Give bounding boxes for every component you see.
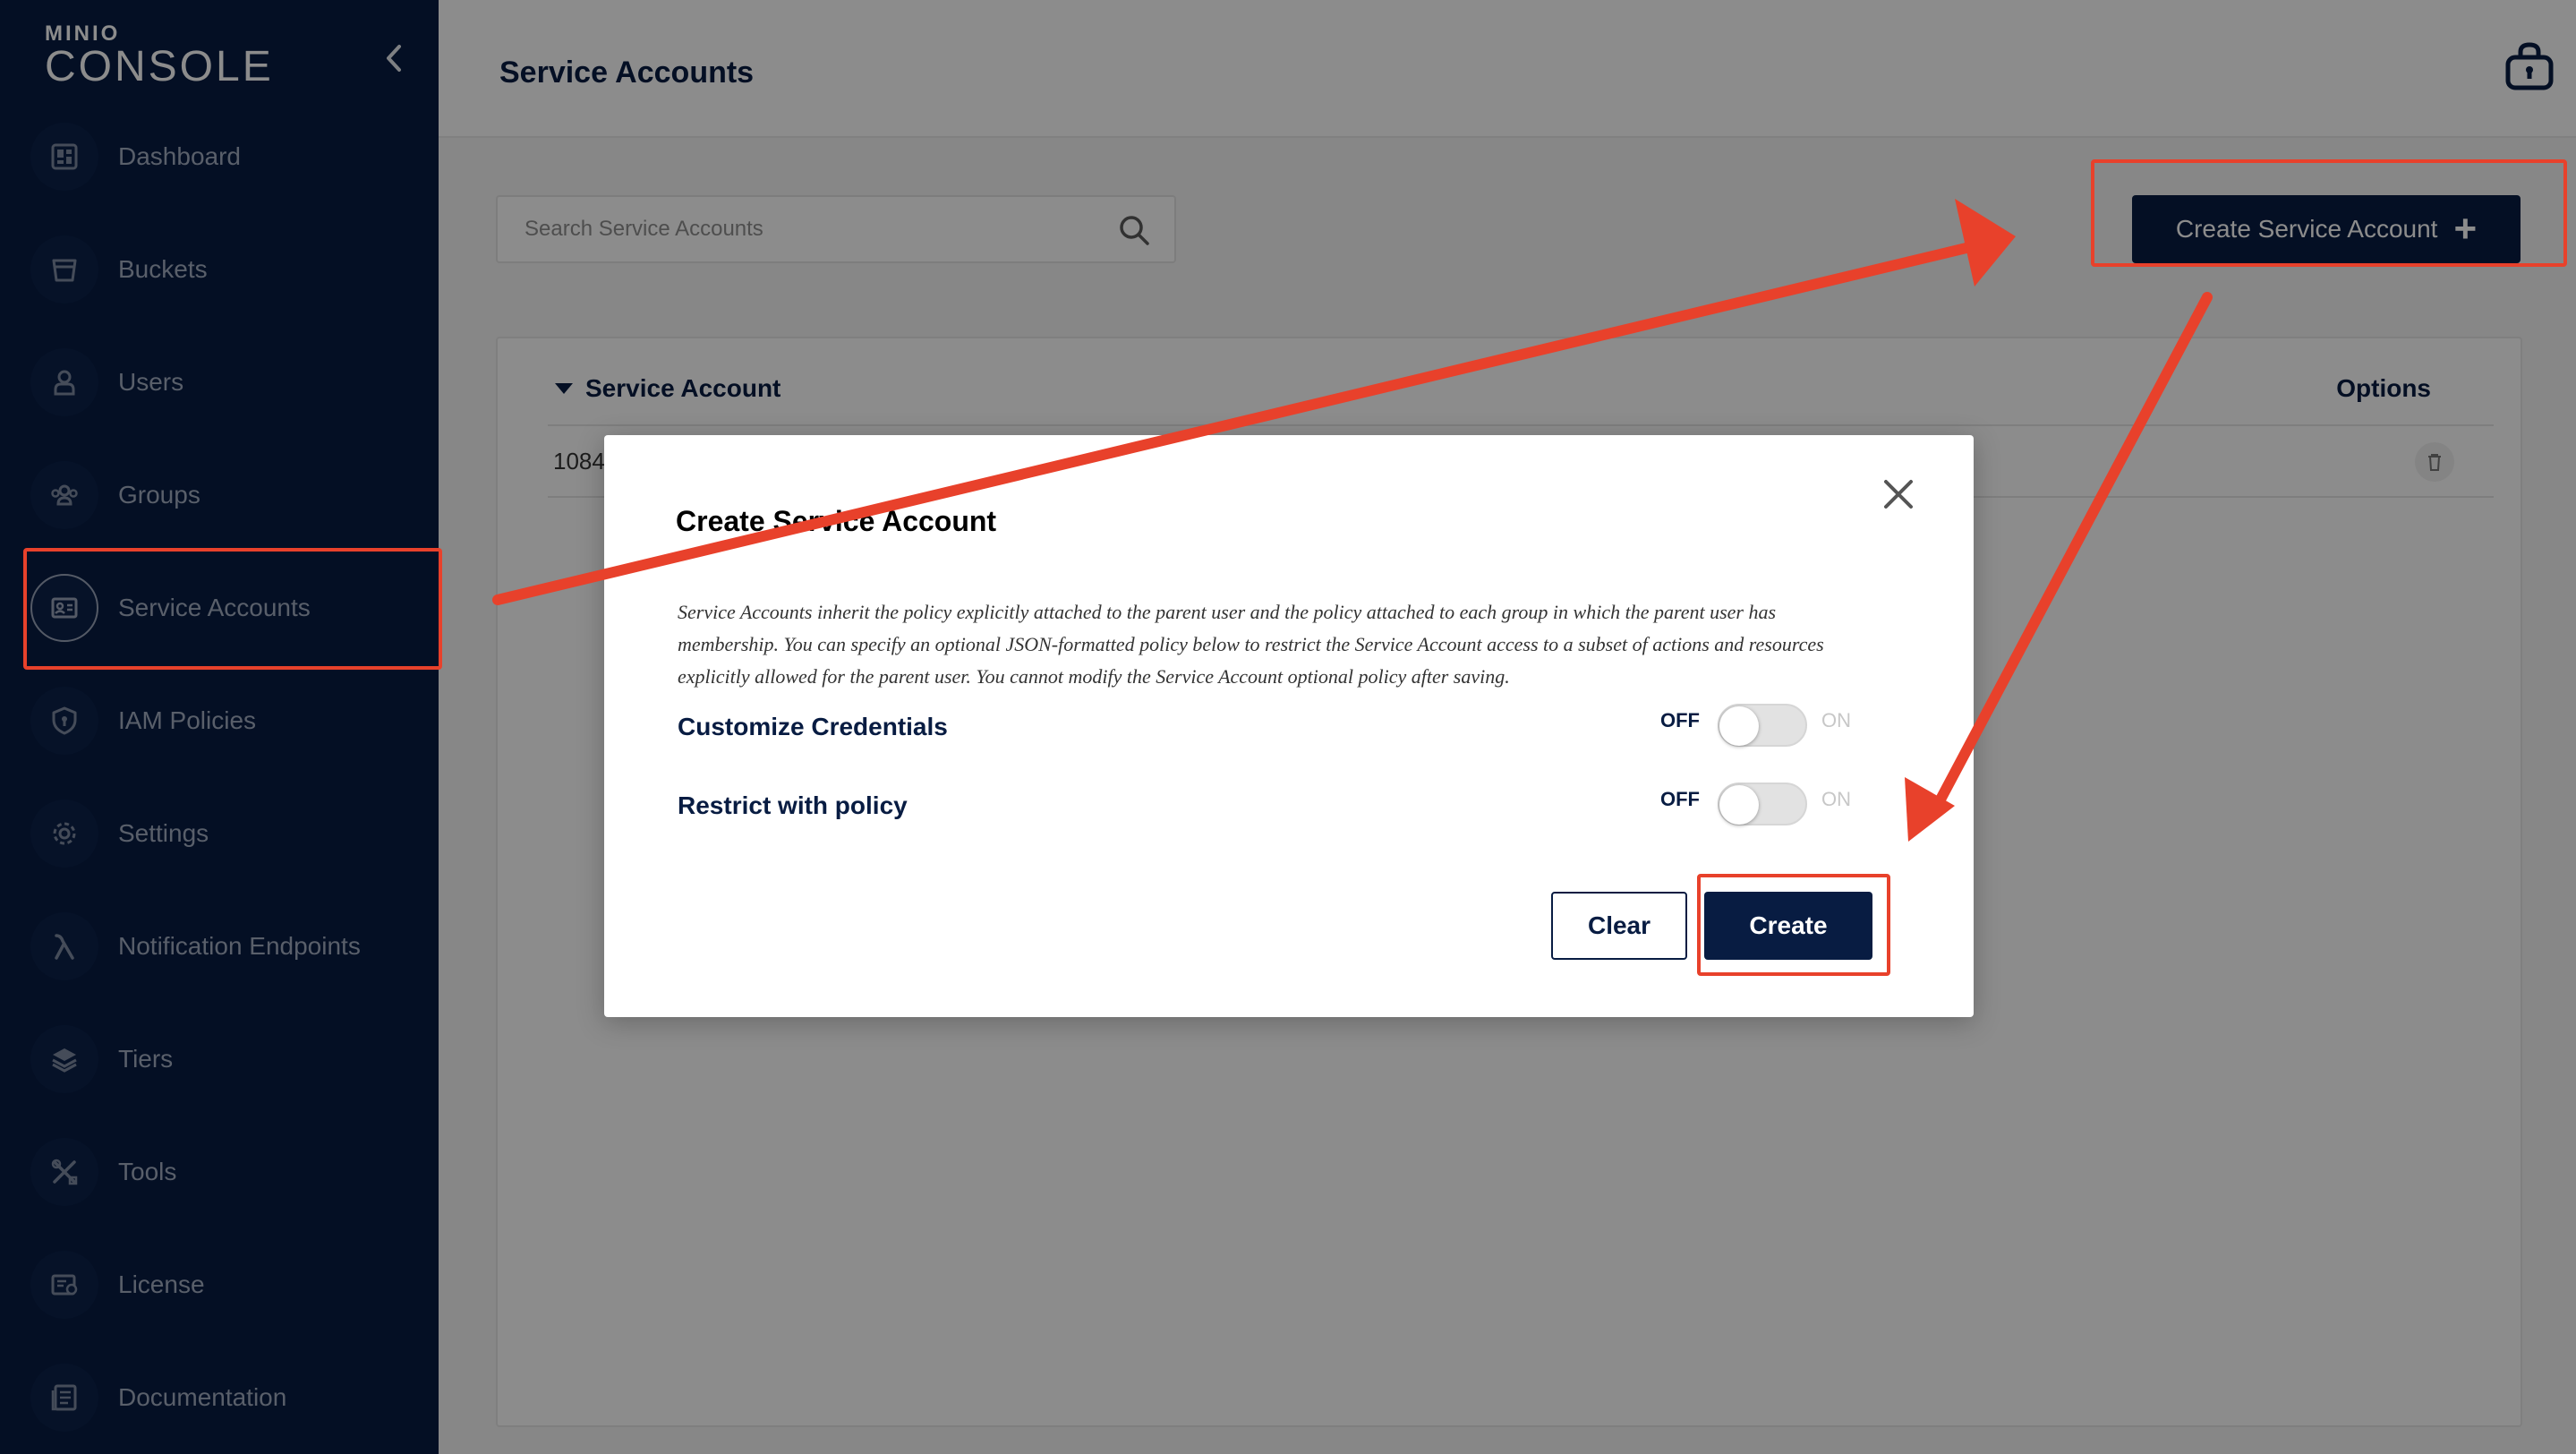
arrow-to-create-service-account — [492, 199, 2016, 605]
arrow-to-create-button — [1905, 292, 2213, 842]
annotation-arrows — [492, 199, 2213, 842]
